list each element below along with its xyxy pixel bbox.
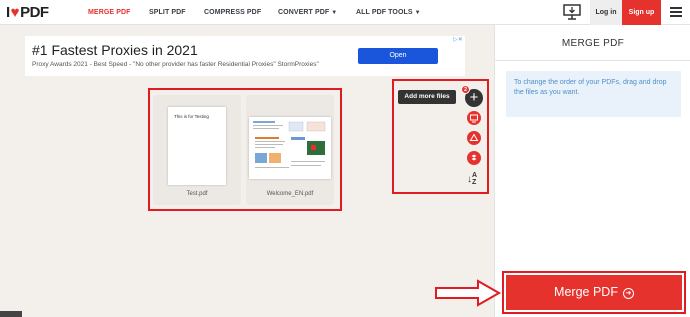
login-button[interactable]: Log in [590,0,622,25]
nav-compress-pdf[interactable]: COMPRESS PDF [204,0,261,25]
ad-banner[interactable]: #1 Fastest Proxies in 2021 Proxy Awards … [25,36,465,76]
sidebar-title: MERGE PDF [561,38,625,49]
heart-icon: ♥ [10,3,20,21]
nav-all-tools-label: ALL PDF TOOLS [356,9,413,16]
ad-close-icon[interactable]: ▷✕ [451,36,465,44]
sidebar-divider [495,60,690,61]
ilovepdf-logo[interactable]: I ♥ PDF [6,3,49,21]
caret-down-icon: ▼ [414,10,421,16]
order-info-box: To change the order of your PDFs, drag a… [506,71,681,117]
nav-convert-pdf[interactable]: CONVERT PDF ▼ [278,0,337,25]
nav-split-pdf[interactable]: SPLIT PDF [149,0,186,25]
pointer-arrow-icon [435,279,502,307]
merge-highlight-frame [502,271,686,314]
hamburger-menu-icon[interactable] [670,7,682,17]
files-highlight-frame [148,88,342,211]
desktop-app-icon[interactable] [563,4,581,20]
top-header: I ♥ PDF MERGE PDF SPLIT PDF COMPRESS PDF… [0,0,690,25]
ad-open-button[interactable]: Open [358,48,438,64]
nav-all-pdf-tools[interactable]: ALL PDF TOOLS ▼ [356,0,421,25]
corner-strip [0,311,22,317]
nav-convert-label: CONVERT PDF [278,9,330,16]
nav-merge-pdf[interactable]: MERGE PDF [88,0,131,25]
tools-highlight-frame [392,79,489,194]
signup-button[interactable]: Sign up [622,0,661,25]
logo-pdf: PDF [20,3,49,21]
caret-down-icon: ▼ [331,10,338,16]
logo-letter-i: I [6,3,10,21]
ad-subtitle: Proxy Awards 2021 - Best Speed - "No oth… [32,61,319,68]
ad-title: #1 Fastest Proxies in 2021 [32,42,198,58]
